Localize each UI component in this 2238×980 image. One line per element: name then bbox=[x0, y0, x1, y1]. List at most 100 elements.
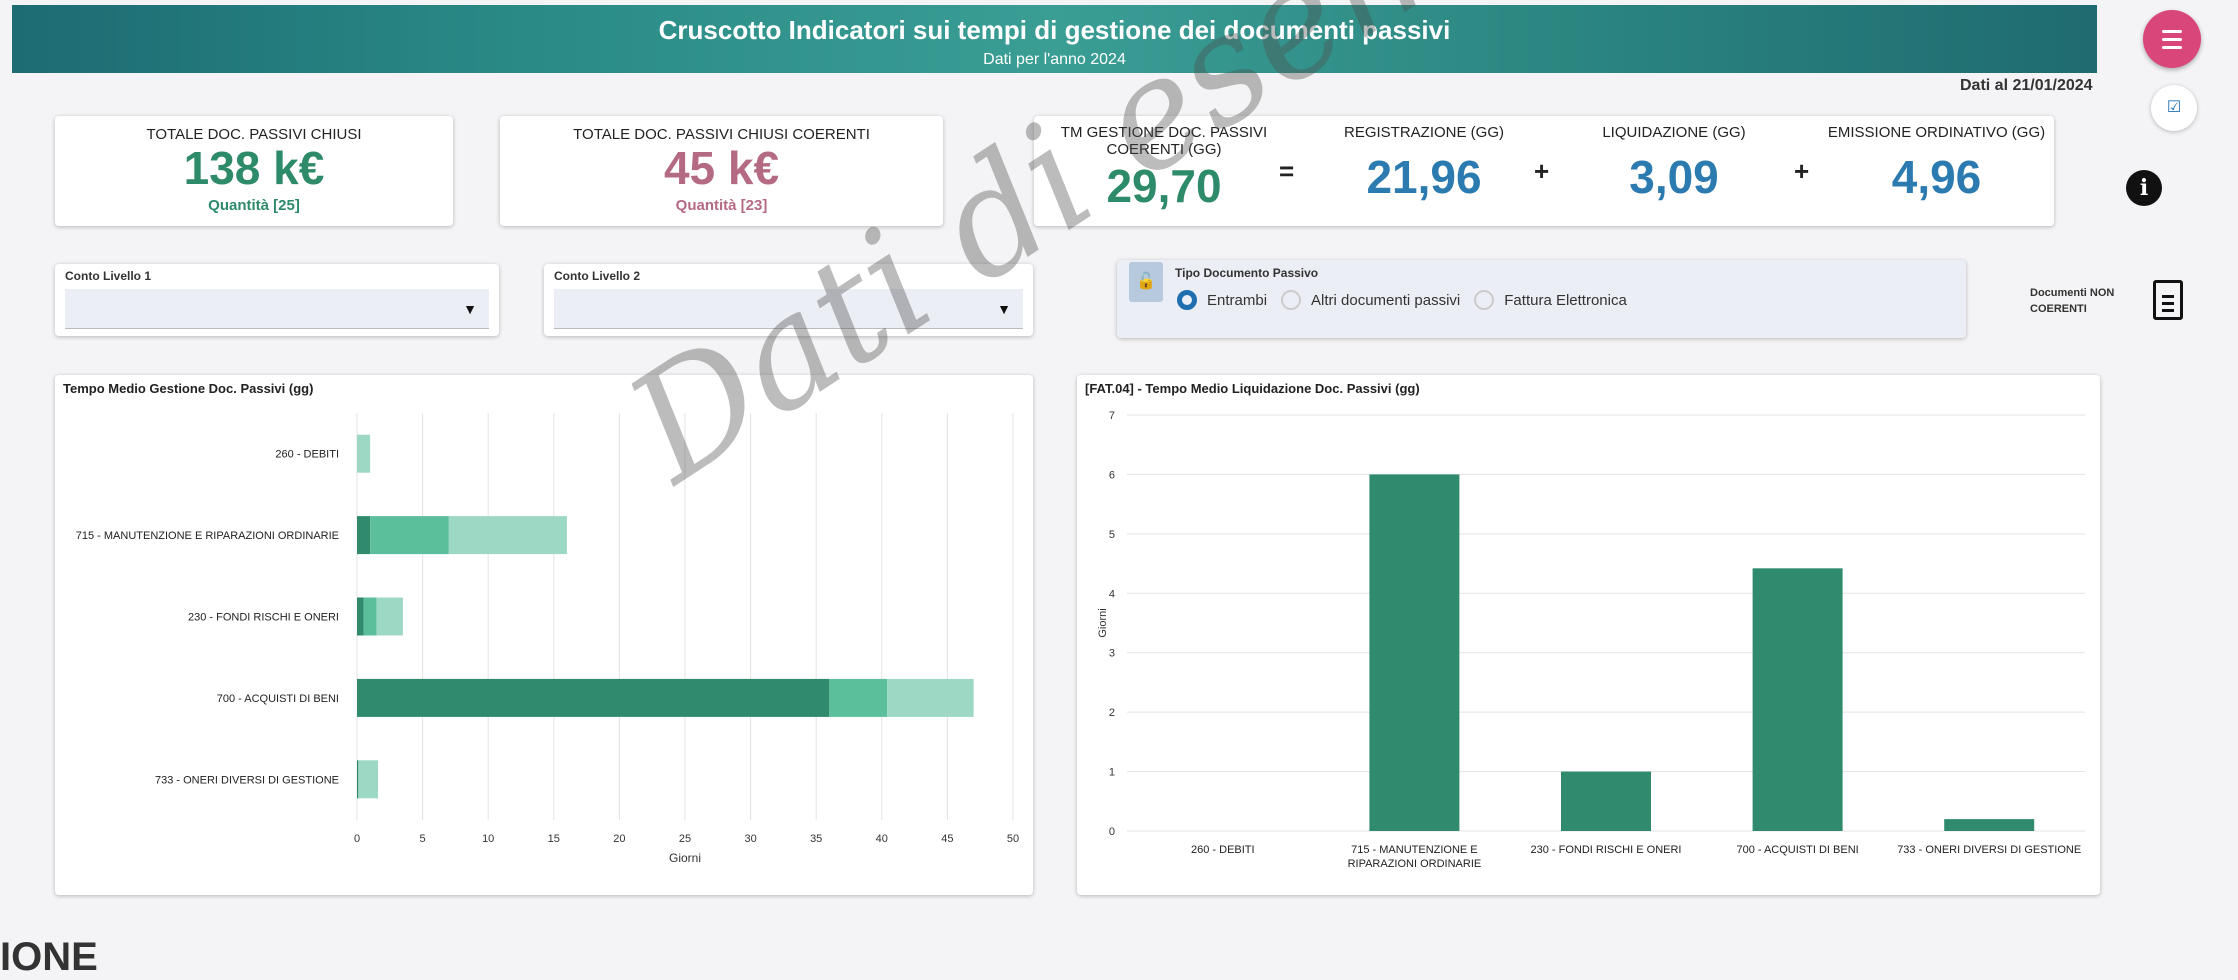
tm-value: 4,96 bbox=[1891, 151, 1982, 203]
checkbox-icon: ☑ bbox=[2166, 99, 2182, 116]
menu-button[interactable] bbox=[2143, 10, 2201, 68]
tm-liquidazione: LIQUIDAZIONE (GG) 3,09 bbox=[1574, 124, 1774, 205]
y-category-label: 260 - DEBITI bbox=[275, 449, 339, 461]
hamburger-icon bbox=[2162, 46, 2182, 49]
radio-label: Entrambi bbox=[1207, 291, 1268, 309]
tm-value: 21,96 bbox=[1366, 151, 1482, 203]
x-tick-label: 10 bbox=[482, 833, 494, 845]
header-banner: Cruscotto Indicatori sui tempi di gestio… bbox=[12, 5, 2097, 73]
radio-entrambi[interactable] bbox=[1177, 290, 1197, 310]
kpi-card-totale-chiusi: TOTALE DOC. PASSIVI CHIUSI 138 k€ Quanti… bbox=[55, 116, 453, 226]
conto-livello-2-select[interactable]: ▼ bbox=[554, 289, 1023, 329]
x-tick-label: 25 bbox=[679, 833, 691, 845]
bar-segment bbox=[358, 760, 378, 799]
hamburger-icon bbox=[2162, 38, 2182, 41]
bar-segment bbox=[829, 678, 888, 717]
tm-label: EMISSIONE ORDINATIVO (GG) bbox=[1827, 124, 2046, 141]
plus-operator: + bbox=[1794, 156, 1810, 186]
documenti-non-coerenti-label: Documenti NON COERENTI bbox=[2030, 287, 2115, 315]
tm-value: 29,70 bbox=[1106, 160, 1222, 212]
x-category-label: RIPARAZIONI ORDINARIE bbox=[1348, 858, 1482, 870]
x-category-label: 700 - ACQUISTI DI BENI bbox=[1736, 844, 1858, 856]
bar-segment bbox=[357, 516, 371, 555]
bar bbox=[1561, 771, 1651, 831]
kpi-card-totale-coerenti: TOTALE DOC. PASSIVI CHIUSI COERENTI 45 k… bbox=[500, 116, 943, 226]
x-tick-label: 0 bbox=[354, 833, 360, 845]
kpi-title: TOTALE DOC. PASSIVI CHIUSI bbox=[146, 126, 362, 143]
bar-segment bbox=[357, 597, 364, 636]
bar-segment bbox=[363, 597, 377, 636]
x-category-label: 260 - DEBITI bbox=[1191, 844, 1255, 856]
x-tick-label: 20 bbox=[613, 833, 625, 845]
checklist-button[interactable]: ☑ bbox=[2151, 85, 2197, 131]
x-axis-title: Giorni bbox=[669, 851, 701, 865]
page-subtitle: Dati per l'anno 2024 bbox=[983, 51, 1126, 68]
y-tick-label: 7 bbox=[1109, 410, 1115, 422]
tm-label: TM GESTIONE DOC. PASSIVI COERENTI (GG) bbox=[1060, 124, 1268, 158]
plus-operator: + bbox=[1534, 156, 1550, 186]
page-title: Cruscotto Indicatori sui tempi di gestio… bbox=[658, 15, 1451, 45]
equals-operator: = bbox=[1279, 156, 1295, 186]
y-tick-label: 4 bbox=[1109, 588, 1115, 600]
y-category-label: 700 - ACQUISTI DI BENI bbox=[217, 693, 339, 705]
tm-label: REGISTRAZIONE (GG) bbox=[1343, 124, 1504, 141]
bar bbox=[1944, 819, 2035, 831]
x-tick-label: 5 bbox=[420, 833, 426, 845]
y-tick-label: 3 bbox=[1109, 648, 1115, 660]
caret-down-icon: ▼ bbox=[997, 301, 1011, 317]
conto-livello-1-select[interactable]: ▼ bbox=[65, 289, 489, 329]
bar-segment bbox=[376, 597, 403, 636]
bar bbox=[1369, 474, 1460, 831]
bar-segment bbox=[357, 678, 830, 717]
bar-segment bbox=[370, 516, 449, 555]
x-tick-label: 45 bbox=[941, 833, 953, 845]
x-category-label: 715 - MANUTENZIONE E bbox=[1351, 844, 1478, 856]
kpi-value: 138 k€ bbox=[183, 142, 325, 194]
data-date-label: Dati al 21/01/2024 bbox=[1960, 77, 2093, 94]
kpi-title: TOTALE DOC. PASSIVI CHIUSI COERENTI bbox=[573, 126, 870, 143]
x-tick-label: 30 bbox=[744, 833, 756, 845]
document-icon[interactable] bbox=[2153, 280, 2183, 320]
y-tick-label: 1 bbox=[1109, 767, 1115, 779]
x-category-label: 230 - FONDI RISCHI E ONERI bbox=[1531, 844, 1682, 856]
kpi-quantity: Quantità [25] bbox=[208, 197, 300, 214]
kpi-card-tempi-medi: TM GESTIONE DOC. PASSIVI COERENTI (GG) 2… bbox=[1034, 116, 2054, 226]
conto-livello-1-filter: Conto Livello 1 ▼ bbox=[55, 264, 499, 336]
bar bbox=[1752, 568, 1843, 831]
x-category-label: 733 - ONERI DIVERSI DI GESTIONE bbox=[1897, 844, 2081, 856]
tm-emissione: EMISSIONE ORDINATIVO (GG) 4,96 bbox=[1824, 124, 2049, 205]
y-tick-label: 5 bbox=[1109, 529, 1115, 541]
tm-value: 3,09 bbox=[1629, 151, 1719, 203]
tipo-radio-group: Entrambi Altri documenti passivi Fattura… bbox=[1177, 290, 1627, 310]
radio-label: Fattura Elettronica bbox=[1504, 291, 1627, 309]
chart-card-tempo-medio-gestione: Tempo Medio Gestione Doc. Passivi (gg) 0… bbox=[55, 375, 1033, 895]
info-icon[interactable]: i bbox=[2126, 170, 2162, 206]
x-tick-label: 40 bbox=[876, 833, 888, 845]
y-tick-label: 6 bbox=[1109, 469, 1115, 481]
y-axis-title: Giorni bbox=[1097, 608, 1109, 637]
chart-tempo-medio-gestione: 0 5 10 15 20 25 30 35 40 45 50 Giorni 260 - DEBITI 71… bbox=[76, 413, 1019, 865]
tipo-documento-filter: 🔓 Tipo Documento Passivo Entrambi Altri … bbox=[1117, 260, 1966, 338]
y-tick-label: 2 bbox=[1109, 707, 1115, 719]
tm-registrazione: REGISTRAZIONE (GG) 21,96 bbox=[1319, 124, 1529, 205]
bar-segment bbox=[357, 434, 371, 473]
filter-label: Tipo Documento Passivo bbox=[1175, 266, 1319, 280]
conto-livello-2-filter: Conto Livello 2 ▼ bbox=[544, 264, 1033, 336]
radio-label: Altri documenti passivi bbox=[1311, 291, 1461, 309]
filter-label: Conto Livello 2 bbox=[554, 269, 641, 283]
caret-down-icon: ▼ bbox=[463, 301, 477, 317]
bar-segment bbox=[448, 516, 567, 555]
lock-icon[interactable]: 🔓 bbox=[1129, 262, 1163, 302]
hamburger-icon bbox=[2162, 30, 2182, 33]
section-title-fragment: IONE bbox=[0, 935, 98, 979]
y-category-label: 230 - FONDI RISCHI E ONERI bbox=[188, 612, 339, 624]
x-tick-label: 15 bbox=[548, 833, 560, 845]
y-category-label: 715 - MANUTENZIONE E RIPARAZIONI ORDINAR… bbox=[76, 530, 339, 542]
kpi-quantity: Quantità [23] bbox=[675, 197, 768, 214]
chart-tempo-medio-liquidazione: 0 1 2 3 4 5 6 7 Giorni 260 - DEBITI 715 - MANUTENZ… bbox=[1097, 410, 2085, 870]
kpi-value: 45 k€ bbox=[663, 142, 780, 194]
filter-label: Conto Livello 1 bbox=[65, 269, 152, 283]
tm-label: LIQUIDAZIONE (GG) bbox=[1602, 124, 1746, 141]
radio-fattura[interactable] bbox=[1474, 290, 1495, 310]
radio-altri[interactable] bbox=[1281, 290, 1302, 310]
